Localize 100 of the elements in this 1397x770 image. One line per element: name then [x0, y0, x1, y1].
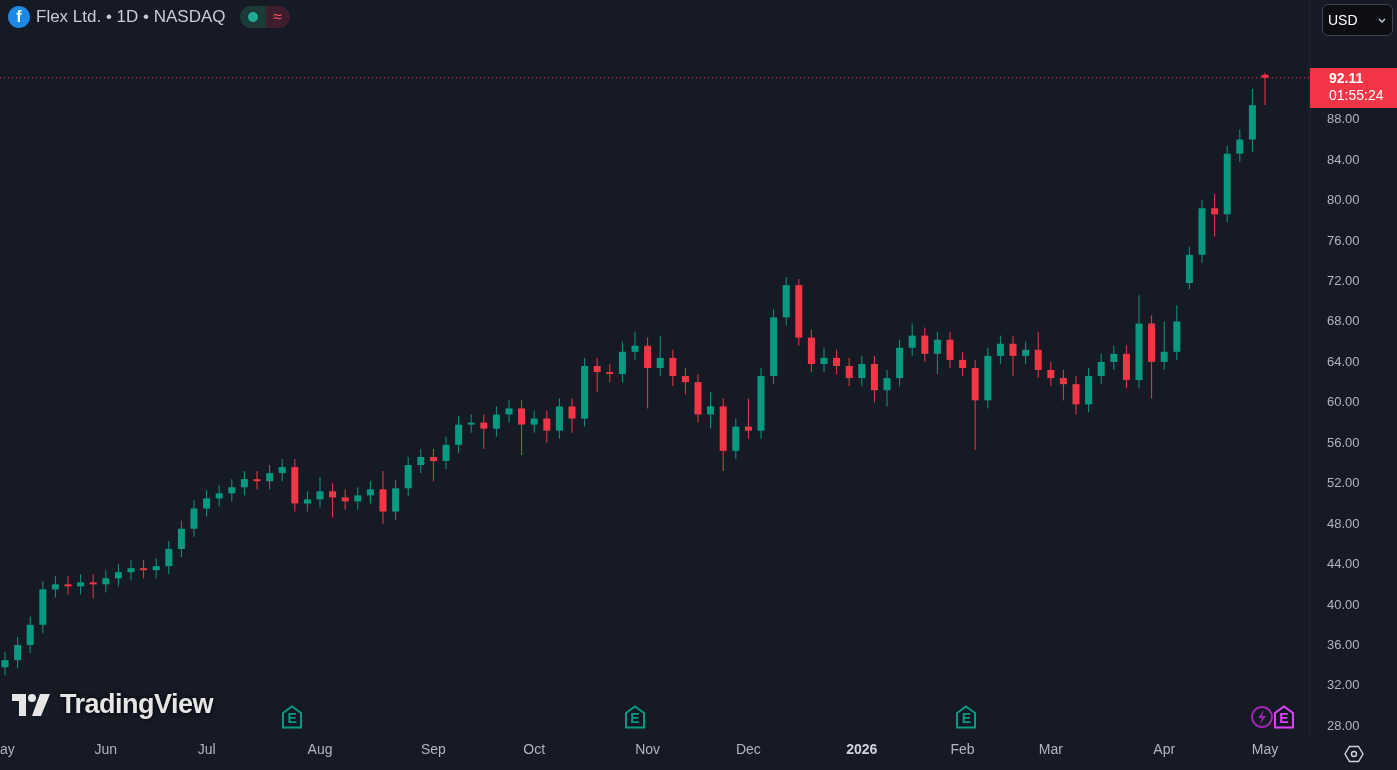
logo-text: TradingView: [60, 689, 214, 720]
price-tick: 84.00: [1327, 151, 1360, 168]
time-tick: May: [1251, 741, 1279, 757]
candle: [39, 580, 47, 634]
candle: [606, 363, 614, 383]
price-tick: 60.00: [1327, 394, 1360, 411]
candle: [870, 355, 878, 403]
candle: [707, 391, 715, 430]
candle: [1160, 321, 1168, 371]
price-tick: 40.00: [1327, 596, 1360, 613]
price-tick: 64.00: [1327, 353, 1360, 370]
candle: [228, 478, 236, 502]
price-tick: 32.00: [1327, 677, 1360, 694]
candle: [543, 409, 551, 444]
candle: [51, 575, 59, 598]
earnings-flag[interactable]: E: [1273, 705, 1295, 729]
candle: [782, 276, 790, 327]
price-tick: 88.00: [1327, 111, 1360, 128]
candle: [392, 479, 400, 521]
time-tick: Dec: [735, 741, 761, 757]
candle: [744, 397, 752, 440]
candle: [896, 339, 904, 387]
candle: [959, 351, 967, 377]
bar-countdown: 01:55:24: [1329, 86, 1385, 104]
candle: [14, 636, 22, 669]
candle: [1047, 361, 1055, 387]
candle: [177, 520, 185, 558]
price-tick: 48.00: [1327, 515, 1360, 532]
candle: [64, 575, 72, 595]
candle: [656, 335, 664, 377]
candle: [77, 573, 85, 595]
candle: [593, 357, 601, 393]
price-tick: 52.00: [1327, 475, 1360, 492]
candle: [618, 341, 626, 383]
candle: [291, 458, 299, 513]
candle: [102, 569, 110, 593]
candle: [795, 278, 803, 347]
time-tick: Mar: [1038, 741, 1063, 757]
candle: [165, 540, 173, 575]
candle: [833, 349, 841, 375]
candle: [354, 486, 362, 510]
candle: [581, 357, 589, 428]
candle: [984, 347, 992, 409]
candle: [140, 559, 148, 579]
time-tick: Nov: [635, 741, 661, 757]
price-tick: 28.00: [1327, 717, 1360, 734]
candle: [505, 399, 513, 424]
candle: [1059, 369, 1067, 401]
last-price: 92.11: [1329, 69, 1365, 87]
candle: [921, 327, 929, 363]
candle: [858, 355, 866, 387]
candle: [845, 357, 853, 387]
candle: [1211, 193, 1219, 238]
candle: [1198, 199, 1206, 264]
chevron-down-icon: [1378, 17, 1386, 23]
candle: [568, 397, 576, 434]
candle: [417, 448, 425, 474]
candle: [303, 490, 311, 513]
candle: [190, 499, 198, 538]
candle: [1097, 353, 1105, 385]
candle: [152, 557, 160, 579]
candle: [404, 456, 412, 497]
candle: [1236, 128, 1244, 163]
candle: [455, 416, 463, 454]
price-tick: 72.00: [1327, 273, 1360, 290]
candle: [1110, 345, 1118, 371]
candle: [1, 651, 9, 676]
earnings-flag[interactable]: E: [624, 705, 646, 729]
candle: [127, 559, 135, 581]
status-symbol: ≈: [265, 6, 290, 28]
candle: [1034, 331, 1042, 379]
earnings-flag[interactable]: E: [955, 705, 977, 729]
candle: [467, 414, 475, 434]
candle: [114, 563, 122, 587]
candle: [366, 480, 374, 504]
symbol-title[interactable]: Flex Ltd. • 1D • NASDAQ: [36, 7, 226, 27]
candle: [203, 489, 211, 518]
candle: [807, 329, 815, 373]
candle: [480, 414, 488, 450]
candle: [1022, 341, 1030, 365]
settings-icon[interactable]: [1343, 745, 1364, 763]
earnings-flag[interactable]: E: [281, 705, 303, 729]
time-tick: Oct: [523, 741, 546, 757]
candle: [883, 369, 891, 407]
time-tick: Sep: [420, 741, 446, 757]
candle: [644, 337, 652, 409]
candle: [1248, 88, 1256, 153]
price-tick: 36.00: [1327, 637, 1360, 653]
candle: [1009, 335, 1017, 377]
logo-icon: [12, 691, 52, 718]
candle: [908, 323, 916, 357]
candle: [820, 347, 828, 373]
lightning-icon[interactable]: [1251, 706, 1274, 728]
candle: [341, 488, 349, 510]
price-tick: 80.00: [1327, 192, 1360, 209]
candle: [996, 335, 1004, 365]
candle: [278, 458, 286, 482]
candle: [1261, 72, 1269, 106]
candle: [1173, 304, 1181, 361]
currency-select[interactable]: USD: [1322, 4, 1393, 36]
